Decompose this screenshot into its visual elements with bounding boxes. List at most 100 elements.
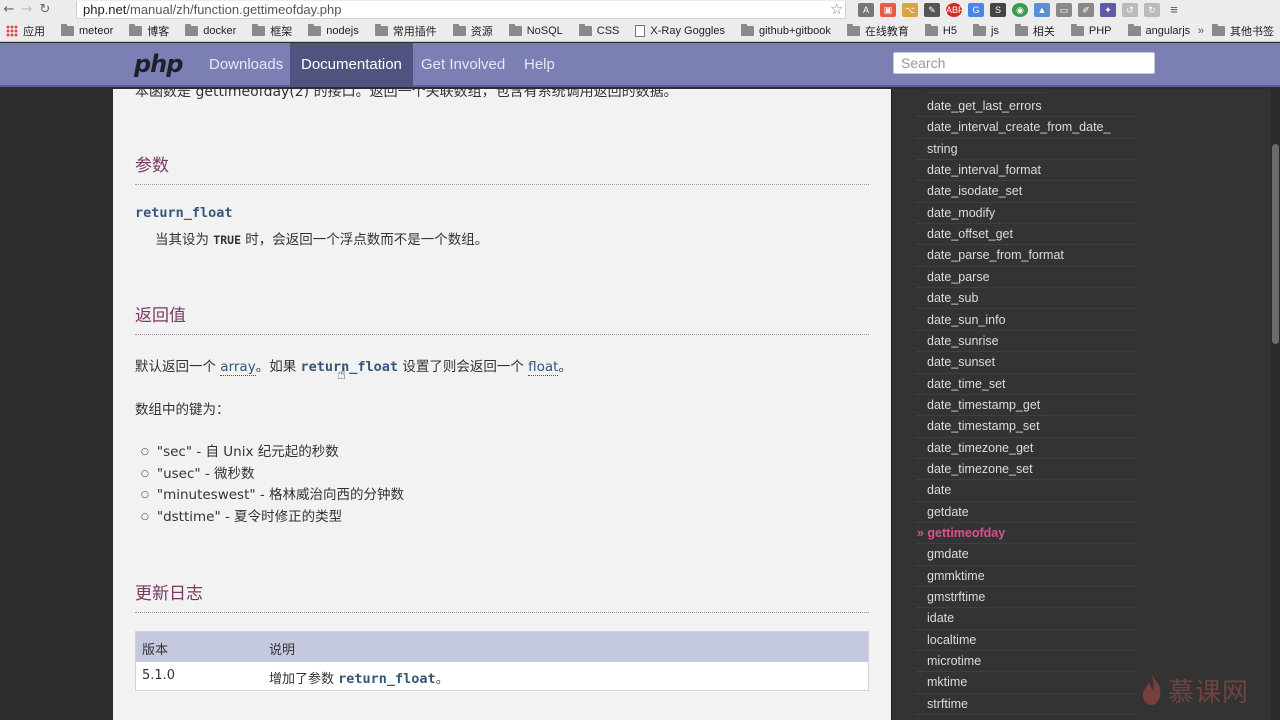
bookmark-folder[interactable]: 常用插件 (374, 23, 437, 39)
sidebar-item[interactable]: date_timestamp_set (915, 416, 1136, 438)
param-name-term: return_float (135, 205, 233, 221)
sidebar-item[interactable]: date_isodate_set (915, 181, 1136, 203)
folder-icon (252, 23, 266, 36)
sidebar-item[interactable]: date_sunrise (915, 331, 1136, 353)
drive-ext-icon[interactable]: ▲ (1034, 3, 1050, 17)
url-field[interactable]: php.net/manual/zh/function.gettimeofday.… (76, 1, 846, 19)
sidebar-item[interactable]: date_parse (915, 267, 1136, 289)
bookmark-label: js (990, 24, 999, 37)
sync-ext-icon[interactable]: ↺ (1122, 3, 1138, 17)
sidebar-item[interactable]: mktime (915, 672, 1136, 694)
sidebar-item[interactable]: idate (915, 608, 1136, 630)
bookmark-label: nodejs (326, 24, 359, 37)
sidebar-item[interactable]: microtime (915, 651, 1136, 673)
scroll-thumb[interactable] (1272, 144, 1279, 344)
sidebar-item[interactable]: string (915, 139, 1136, 161)
back-icon[interactable]: ← (0, 1, 18, 19)
reload-icon[interactable]: ↻ (36, 1, 54, 19)
sidebar-item[interactable]: date_offset_get (915, 224, 1136, 246)
sidebar-item[interactable]: localtime (915, 630, 1136, 652)
screen-ext-icon[interactable]: ▭ (1056, 3, 1072, 17)
sidebar-item[interactable]: date_parse_from_format (915, 245, 1136, 267)
key-item-dsttime: "dsttime" - 夏令时修正的类型 (141, 505, 342, 525)
bookmark-label: CSS (596, 24, 620, 37)
hand-cursor-icon: ☝ (337, 365, 347, 383)
bookmark-folder[interactable]: CSS (578, 23, 620, 37)
page-icon (635, 24, 646, 37)
bookmark-folder[interactable]: angularjs (1127, 23, 1190, 37)
bookmark-folder[interactable]: 在线教育 (846, 23, 909, 39)
sidebar-item[interactable]: date_timezone_set (915, 459, 1136, 481)
folder-icon (61, 23, 74, 36)
bookmark-page[interactable]: X-Ray Goggles (635, 24, 725, 37)
folder-icon (1014, 23, 1028, 36)
bookmarks-overflow[interactable]: » 其他书签 (1198, 20, 1280, 42)
sidebar-item[interactable]: date (915, 480, 1136, 502)
sidebar-item[interactable]: getdate (915, 502, 1136, 523)
angular-ext-icon[interactable]: A (858, 3, 874, 17)
sidebar-item[interactable]: date_time_set (915, 374, 1136, 395)
sidebar-item[interactable]: date_get_last_errors (915, 96, 1136, 118)
bookmark-folder[interactable]: 博客 (129, 23, 169, 39)
return-heading: 返回值 (135, 301, 869, 335)
folder-icon (308, 23, 322, 36)
bookmark-folder[interactable]: meteor (61, 23, 113, 37)
chrome-ext-icon[interactable]: ◉ (1012, 3, 1028, 17)
bookmark-folder[interactable]: js (972, 23, 999, 37)
sidebar-item[interactable]: gmdate (915, 544, 1136, 566)
nav-get-involved[interactable]: Get Involved (410, 43, 516, 87)
folder-icon (374, 23, 388, 36)
float-link[interactable]: float (528, 359, 559, 376)
php-logo[interactable]: php (134, 50, 183, 78)
bookmark-folder[interactable]: H5 (924, 23, 957, 37)
sidebar-cut-item (927, 89, 1047, 93)
nav-downloads[interactable]: Downloads (198, 43, 294, 87)
sidebar-item[interactable]: gmstrftime (915, 587, 1136, 609)
sidebar-item[interactable]: date_modify (915, 203, 1136, 225)
page-scrollbar[interactable] (1271, 89, 1280, 720)
bookmark-folder[interactable]: 相关 (1014, 23, 1055, 39)
bookmark-apps[interactable]: 应用 (6, 23, 45, 39)
sidebar-item[interactable]: date_interval_create_from_date_ (915, 117, 1136, 139)
bug-ext-icon[interactable]: ✦ (1100, 3, 1116, 17)
url-text: php.net/manual/zh/function.gettimeofday.… (83, 2, 342, 17)
bookmark-label: docker (203, 24, 237, 37)
bookmark-label: 应用 (23, 25, 45, 38)
s-ext-icon[interactable]: S (990, 3, 1006, 17)
sidebar-item[interactable]: date_sunset (915, 352, 1136, 374)
sidebar-item[interactable]: strftime (915, 694, 1136, 716)
bookmark-folder[interactable]: NoSQL (508, 23, 563, 37)
refresh-ext-icon[interactable]: ↻ (1144, 3, 1160, 17)
table-header-row: 版本 说明 (136, 632, 868, 662)
sidebar-item[interactable]: date_sub (915, 288, 1136, 310)
translate-ext-icon[interactable]: G (968, 3, 984, 17)
bookmark-folder[interactable]: nodejs (308, 23, 359, 37)
sidebar-item[interactable]: date_interval_format (915, 160, 1136, 182)
array-link[interactable]: array (220, 359, 256, 376)
sidebar-item-active[interactable]: » gettimeofday (915, 523, 1136, 545)
return-description: 默认返回一个 array。如果 return_float 设置了则会返回一个 f… (135, 355, 572, 376)
bookmark-star-icon[interactable]: ☆ (830, 0, 843, 18)
sidebar-item[interactable]: date_timestamp_get (915, 395, 1136, 417)
bookmark-folder[interactable]: 框架 (252, 23, 292, 39)
nav-help[interactable]: Help (513, 43, 566, 87)
return-float-term: return_float (300, 359, 399, 375)
flame-icon (1143, 675, 1161, 705)
color-picker-ext-icon[interactable]: ✎ (924, 3, 940, 17)
bookmark-folder[interactable]: docker (185, 23, 237, 37)
nav-documentation[interactable]: Documentation (290, 43, 413, 87)
forward-icon[interactable]: → (18, 1, 36, 19)
search-input[interactable]: Search (893, 52, 1155, 74)
bookmark-folder[interactable]: 资源 (452, 23, 493, 39)
menu-icon[interactable]: ≡ (1166, 3, 1182, 17)
bookmark-label: X-Ray Goggles (650, 24, 725, 37)
bookmark-folder[interactable]: PHP (1070, 23, 1112, 37)
edit-ext-icon[interactable]: ✐ (1078, 3, 1094, 17)
bookmark-folder[interactable]: github+gitbook (741, 23, 831, 37)
sidebar-item[interactable]: date_timezone_get (915, 438, 1136, 459)
git-ext-icon[interactable]: ⌥ (902, 3, 918, 17)
sidebar-item[interactable]: date_sun_info (915, 310, 1136, 331)
sidebar-item[interactable]: gmmktime (915, 566, 1136, 588)
adblock-ext-icon[interactable]: ABP (946, 3, 964, 17)
pocket-ext-icon[interactable]: ▣ (880, 3, 896, 17)
